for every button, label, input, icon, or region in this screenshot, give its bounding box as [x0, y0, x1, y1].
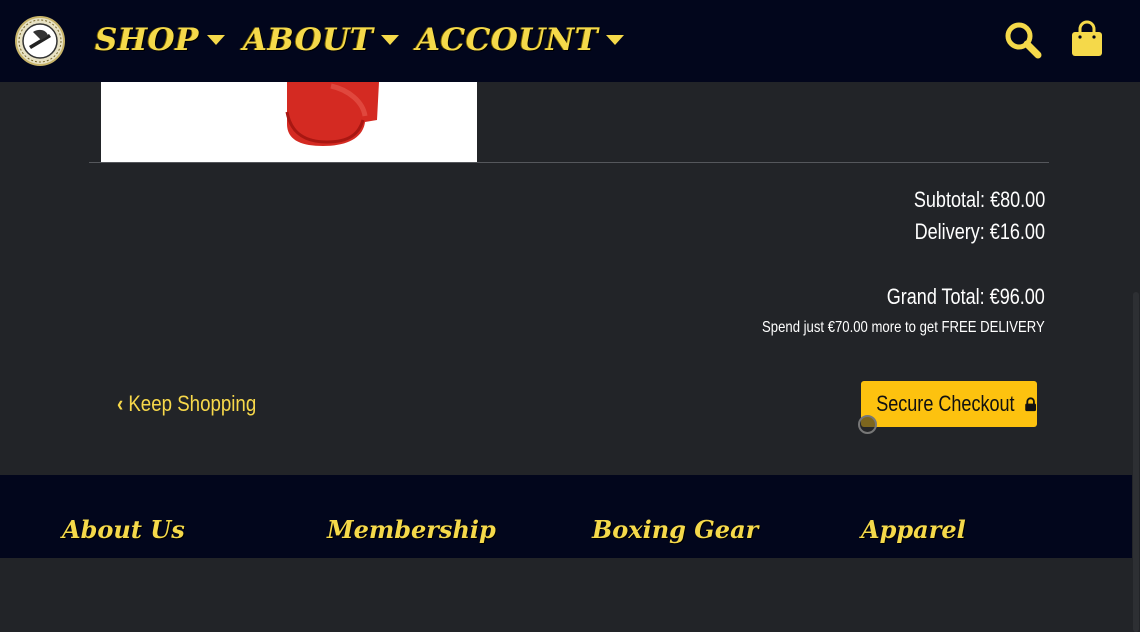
footer-heading-boxing-gear: Boxing Gear	[592, 515, 759, 544]
club-logo[interactable]	[15, 16, 65, 66]
footer-heading-apparel: Apparel	[861, 515, 966, 544]
footer-heading-membership: Membership	[327, 515, 496, 544]
caret-down-icon	[381, 35, 400, 45]
footer: About Us Membership Boxing Gear Apparel	[0, 475, 1140, 558]
nav-account[interactable]: ACCOUNT	[416, 20, 625, 60]
nav-about[interactable]: ABOUT	[243, 20, 400, 60]
caret-down-icon	[606, 35, 625, 45]
caret-down-icon	[207, 35, 225, 45]
secure-checkout-button[interactable]: Secure Checkout	[861, 381, 1037, 427]
product-image-boxing-glove	[101, 82, 477, 162]
shopping-bag-icon[interactable]	[1069, 20, 1105, 58]
secure-checkout-label: Secure Checkout	[876, 391, 1015, 416]
footer-heading-about-us: About Us	[62, 515, 185, 544]
nav-shop-label: SHOP	[95, 22, 199, 58]
mouse-cursor	[858, 415, 877, 434]
nav-about-label: ABOUT	[243, 22, 374, 58]
scrollbar[interactable]	[1132, 82, 1140, 632]
nav-account-label: ACCOUNT	[416, 22, 599, 58]
free-delivery-message: Spend just €70.00 more to get FREE DELIV…	[762, 319, 1045, 336]
nav-shop[interactable]: SHOP	[95, 20, 225, 60]
divider	[89, 162, 1049, 163]
scrollbar-thumb[interactable]	[1133, 292, 1139, 632]
lock-icon	[1025, 396, 1036, 411]
keep-shopping-link[interactable]: ‹ Keep Shopping	[117, 391, 256, 417]
subtotal: Subtotal: €80.00	[913, 187, 1045, 212]
keep-shopping-label: Keep Shopping	[128, 391, 257, 416]
delivery-cost: Delivery: €16.00	[914, 219, 1045, 244]
grand-total: Grand Total: €96.00	[886, 284, 1045, 309]
search-icon[interactable]	[1003, 20, 1043, 60]
navbar: SHOP ABOUT ACCOUNT	[0, 0, 1140, 82]
chevron-left-icon: ‹	[117, 391, 124, 416]
boxing-glove-image	[285, 82, 379, 146]
